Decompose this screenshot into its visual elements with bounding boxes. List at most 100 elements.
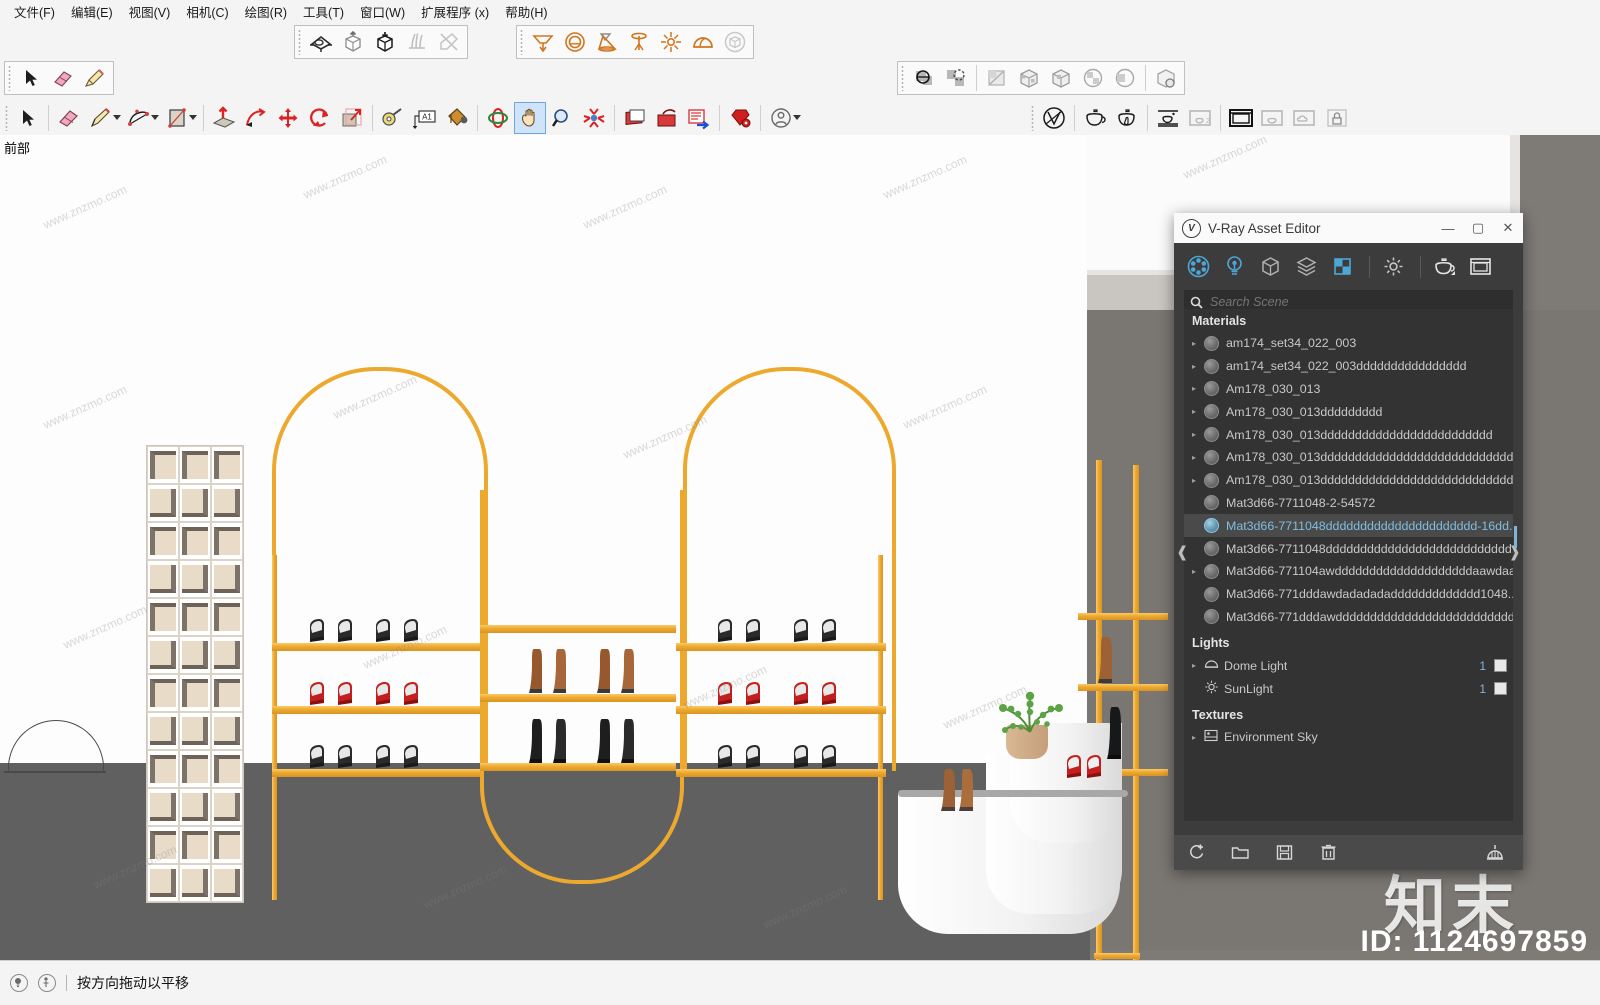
toolbar-grip[interactable]: [900, 65, 905, 91]
vray-asset-editor-window[interactable]: V V-Ray Asset Editor — ▢ ✕ Search Scene …: [1174, 213, 1523, 870]
fluid-icon[interactable]: [401, 26, 433, 58]
sandbox-tools-icon[interactable]: [305, 26, 337, 58]
cube-import-icon[interactable]: [369, 26, 401, 58]
eraser-icon[interactable]: [53, 102, 85, 134]
material-row[interactable]: ▸ Am178_030_013ddddddddddddddddddddddddd: [1184, 423, 1513, 446]
pan-icon[interactable]: [514, 101, 546, 134]
toolbar-grip[interactable]: [297, 29, 302, 55]
wall-cabinet-unit[interactable]: [146, 445, 244, 903]
tag-off-icon[interactable]: [433, 26, 465, 58]
vray-titlebar[interactable]: V V-Ray Asset Editor — ▢ ✕: [1174, 213, 1523, 243]
material-row[interactable]: ▸ Am178_030_013ddddddddd: [1184, 400, 1513, 423]
material-row[interactable]: ▸ Mat3d66-771104awddddddddddddddddddddaaw…: [1184, 560, 1513, 583]
cube-export-icon[interactable]: [337, 26, 369, 58]
light-enabled-checkbox[interactable]: [1494, 659, 1507, 673]
maximize-button[interactable]: ▢: [1463, 214, 1493, 242]
outer-shell-icon[interactable]: [908, 62, 940, 94]
menu-camera[interactable]: 相机(C): [178, 0, 236, 23]
dome-light-icon[interactable]: [687, 26, 719, 58]
rectangle-light-icon[interactable]: [527, 26, 559, 58]
toolbar-grip[interactable]: [4, 104, 9, 131]
select-arrow-icon[interactable]: [15, 62, 47, 94]
scene-export-icon[interactable]: [683, 102, 715, 134]
menu-tools[interactable]: 工具(T): [295, 0, 352, 23]
save-asset-button[interactable]: [1262, 835, 1306, 870]
minimize-button[interactable]: —: [1433, 214, 1463, 242]
frame-buffer-icon[interactable]: [1464, 250, 1497, 283]
material-row[interactable]: ▸ Am178_030_013dddddddddddddddddddddddddd…: [1184, 446, 1513, 469]
info-bulb-icon[interactable]: [10, 974, 28, 992]
material-row[interactable]: ▸ Am178_030_013dddddddddddddddddddddddddd…: [1184, 469, 1513, 492]
solid-extra-icon[interactable]: [1150, 62, 1182, 94]
rotate-icon[interactable]: [304, 102, 336, 134]
zoom-icon[interactable]: [546, 102, 578, 134]
tape-measure-icon[interactable]: [377, 102, 409, 134]
expand-arrow-icon[interactable]: ▸: [1192, 661, 1201, 670]
materials-tab-icon[interactable]: [1182, 250, 1215, 283]
collapse-left-icon[interactable]: ❰: [1176, 543, 1189, 561]
close-button[interactable]: ✕: [1493, 214, 1523, 242]
menu-extensions[interactable]: 扩展程序 (x): [413, 0, 497, 23]
expand-arrow-icon[interactable]: ▸: [1192, 339, 1201, 348]
menu-view[interactable]: 视图(V): [121, 0, 179, 23]
settings-gear-icon[interactable]: [1377, 250, 1410, 283]
material-row[interactable]: ▸ Am178_030_013: [1184, 378, 1513, 401]
expand-arrow-icon[interactable]: ▸: [1192, 407, 1201, 416]
render-teapot-icon[interactable]: [1428, 250, 1461, 283]
expand-arrow-icon[interactable]: ▸: [1192, 384, 1201, 393]
expand-arrow-icon[interactable]: ▸: [1192, 430, 1201, 439]
sphere-light-icon[interactable]: [559, 26, 591, 58]
menu-draw[interactable]: 绘图(R): [237, 0, 295, 23]
expand-arrow-icon[interactable]: ▸: [1192, 476, 1201, 485]
menu-edit[interactable]: 编辑(E): [63, 0, 121, 23]
text-label-icon[interactable]: A1: [409, 102, 441, 134]
search-input[interactable]: [1208, 294, 1507, 310]
expand-arrow-icon[interactable]: ▸: [1192, 567, 1201, 576]
toolbar-grip[interactable]: [1030, 104, 1035, 131]
expand-arrow-icon[interactable]: ▸: [1192, 362, 1201, 371]
light-row-dome[interactable]: ▸ Dome Light 1: [1184, 654, 1513, 677]
omni-light-icon[interactable]: [655, 26, 687, 58]
render-icon[interactable]: [1152, 102, 1184, 134]
orbit-icon[interactable]: [482, 102, 514, 134]
panel-resize-handle[interactable]: [1514, 526, 1517, 548]
asset-list[interactable]: Materials ▸ am174_set34_022_003 ▸ am174_se…: [1184, 309, 1513, 821]
render-region-icon[interactable]: [1257, 102, 1289, 134]
geometry-tab-icon[interactable]: [1254, 250, 1287, 283]
paint-bucket-icon[interactable]: [441, 102, 473, 134]
split-icon[interactable]: [981, 62, 1013, 94]
chevron-down-icon[interactable]: [113, 115, 121, 120]
material-row[interactable]: ▸ am174_set34_022_003dddddddddddddddd: [1184, 355, 1513, 378]
dividing-icon[interactable]: [1109, 62, 1141, 94]
info-person-icon[interactable]: [38, 974, 56, 992]
material-row-selected[interactable]: Mat3d66-7711048dddddddddddddddddddddd-16…: [1184, 514, 1513, 538]
render-with-icon[interactable]: 2: [1184, 102, 1216, 134]
mesh-light-icon[interactable]: [719, 26, 751, 58]
toolbar-grip[interactable]: [7, 65, 12, 91]
lock-icon[interactable]: [1321, 102, 1353, 134]
vray-logo-icon[interactable]: [1038, 102, 1070, 134]
expand-arrow-icon[interactable]: ▸: [1192, 453, 1201, 462]
push-pull-icon[interactable]: [208, 102, 240, 134]
asset-editor-teapot-icon[interactable]: [1079, 102, 1111, 134]
ruby-icon[interactable]: [724, 102, 756, 134]
subtract-icon[interactable]: [1045, 62, 1077, 94]
menu-help[interactable]: 帮助(H): [497, 0, 555, 23]
scene-prev-icon[interactable]: [619, 102, 651, 134]
chevron-down-icon[interactable]: [189, 115, 197, 120]
cloud-render-icon[interactable]: [1289, 102, 1321, 134]
material-row[interactable]: Mat3d66-7711048-2-54572: [1184, 492, 1513, 515]
light-row-sun[interactable]: SunLight 1: [1184, 677, 1513, 700]
add-asset-button[interactable]: [1174, 835, 1218, 870]
lights-tab-icon[interactable]: [1218, 250, 1251, 283]
texture-row[interactable]: ▸ Environment Sky: [1184, 726, 1513, 749]
union-icon[interactable]: [1013, 62, 1045, 94]
scale-icon[interactable]: [336, 102, 368, 134]
render-elements-tab-icon[interactable]: [1326, 250, 1359, 283]
frame-buffer-icon[interactable]: [1225, 102, 1257, 134]
layers-tab-icon[interactable]: [1290, 250, 1323, 283]
zoom-extents-icon[interactable]: [578, 102, 610, 134]
paint-eraser-icon[interactable]: [79, 62, 111, 94]
material-row[interactable]: Mat3d66-7711048ddddddddddddddddddddddddd…: [1184, 537, 1513, 560]
material-row[interactable]: Mat3d66-771dddawdddddddddddddddddddddddd…: [1184, 606, 1513, 629]
